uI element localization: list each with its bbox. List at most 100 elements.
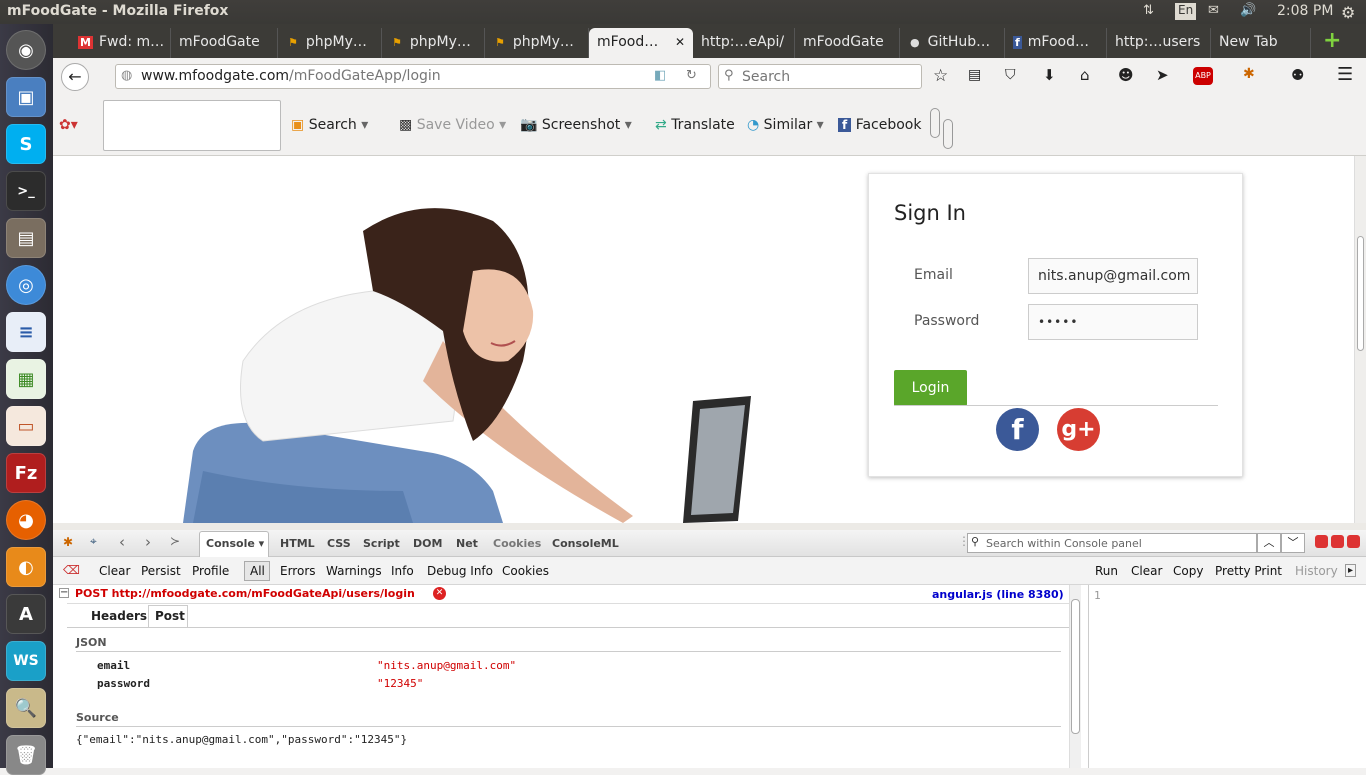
filter-debug-info[interactable]: Debug Info <box>427 564 493 578</box>
page-scrollbar-thumb[interactable] <box>1357 236 1364 351</box>
facebook-login-icon[interactable]: f <box>996 408 1039 451</box>
webstorm-icon[interactable]: WS <box>6 641 46 681</box>
clear-button[interactable]: Clear <box>99 564 130 578</box>
firebug-icon[interactable]: ✱ <box>1243 66 1255 82</box>
tab-11[interactable]: New Tab <box>1211 28 1311 58</box>
addon-logo-icon[interactable]: ✿▾ <box>59 117 78 133</box>
adblock-icon[interactable]: ABP <box>1193 67 1213 85</box>
page-scrollbar[interactable] <box>1354 156 1366 523</box>
filter-info[interactable]: Info <box>391 564 414 578</box>
keyboard-language[interactable]: En <box>1175 3 1197 20</box>
addon-icon[interactable]: ⚉ <box>1291 66 1304 84</box>
tab-10[interactable]: http:…users <box>1107 28 1211 58</box>
filter-errors[interactable]: Errors <box>280 564 316 578</box>
calc-icon[interactable]: ▦ <box>6 359 46 399</box>
console-scrollbar[interactable] <box>1069 585 1081 768</box>
toolbar-search-input[interactable] <box>103 100 281 151</box>
software-updater-icon[interactable]: A <box>6 594 46 634</box>
source-link[interactable]: angular.js (line 8380) <box>932 588 1064 601</box>
copy-button[interactable]: Copy <box>1173 564 1203 578</box>
clear-console-icon[interactable]: ⌫ <box>63 563 80 577</box>
facebook-button[interactable]: f Facebook <box>838 117 921 133</box>
new-tab-plus-icon[interactable]: + <box>1323 28 1341 53</box>
command-editor[interactable]: 1 <box>1088 585 1366 768</box>
collapse-icon[interactable]: − <box>59 588 69 598</box>
tab-0[interactable]: M Fwd: m… <box>70 28 171 58</box>
similar-button[interactable]: ◔ Similar ▾ <box>747 117 824 133</box>
menu-icon[interactable]: ☰ <box>1337 64 1353 85</box>
writer-icon[interactable]: ≡ <box>6 312 46 352</box>
reload-icon[interactable]: ↻ <box>686 68 697 83</box>
prev-icon[interactable]: ‹ <box>119 533 125 551</box>
ubuntu-dash-icon[interactable]: ◉ <box>6 30 46 70</box>
google-plus-login-icon[interactable]: g+ <box>1057 408 1100 451</box>
inspect-icon[interactable]: ⌖ <box>90 534 97 549</box>
search-box[interactable]: ⚲ Search <box>718 64 922 89</box>
history-button[interactable]: History <box>1295 564 1338 578</box>
home-icon[interactable]: ⌂ <box>1080 66 1090 84</box>
bookmarks-list-icon[interactable]: ▤ <box>968 67 981 83</box>
tab-console[interactable]: Console ▾ <box>206 537 264 550</box>
image-viewer-icon[interactable]: 🔍 <box>6 688 46 728</box>
firebug-splitter[interactable] <box>53 523 1366 530</box>
translate-button[interactable]: ⇄ Translate <box>655 117 735 133</box>
filezilla-icon[interactable]: Fz <box>6 453 46 493</box>
tab-net[interactable]: Net <box>456 537 478 550</box>
mail-icon[interactable]: ✉ <box>1208 3 1219 21</box>
next-icon[interactable]: › <box>145 533 151 551</box>
url-bar[interactable]: ◍ www.mfoodgate.com/mFoodGateApp/login ◧… <box>115 64 711 89</box>
tab-consoleml[interactable]: ConsoleML <box>552 537 619 550</box>
tab-8[interactable]: ● GitHub… <box>900 28 1005 58</box>
settings-gear-icon[interactable]: ⚙ <box>1341 3 1355 22</box>
post-tab[interactable]: Post <box>155 609 185 623</box>
request-line[interactable]: POST http://mfoodgate.com/mFoodGateApi/u… <box>75 587 415 600</box>
save-video-button[interactable]: ▩ Save Video ▾ <box>399 117 506 133</box>
tab-script[interactable]: Script <box>363 537 400 550</box>
tab-dom[interactable]: DOM <box>413 537 442 550</box>
search-next-icon[interactable]: ﹀ <box>1281 533 1305 553</box>
command-toggle-icon[interactable]: ▸ <box>1345 564 1357 577</box>
terminal-icon[interactable]: >_ <box>6 171 46 211</box>
pocket-icon[interactable]: ⛉ <box>1005 67 1016 83</box>
profile-button[interactable]: Profile <box>192 564 229 578</box>
close-panel-icon[interactable] <box>1347 535 1360 548</box>
network-icon[interactable]: ⇅ <box>1143 3 1154 21</box>
toolbar-handle[interactable] <box>930 108 940 138</box>
filter-warnings[interactable]: Warnings <box>326 564 382 578</box>
expand-icon[interactable]: ≻ <box>170 534 180 548</box>
pretty-print-button[interactable]: Pretty Print <box>1215 564 1282 578</box>
tab-3[interactable]: ⚑ phpMy… <box>382 28 485 58</box>
persist-button[interactable]: Persist <box>141 564 181 578</box>
cube-icon[interactable]: ◧ <box>654 68 666 83</box>
firefox-icon[interactable]: ◕ <box>6 500 46 540</box>
search-prev-icon[interactable]: ︿ <box>1257 533 1281 553</box>
impress-icon[interactable]: ▭ <box>6 406 46 446</box>
tab-4[interactable]: ⚑ phpMy… <box>485 28 589 58</box>
tab-6[interactable]: http:…eApi/ <box>693 28 795 58</box>
console-scrollbar-thumb[interactable] <box>1071 599 1080 734</box>
clock[interactable]: 2:08 PM <box>1277 3 1333 21</box>
blender-icon[interactable]: ◐ <box>6 547 46 587</box>
screenshot-button[interactable]: 📷 Screenshot ▾ <box>520 117 632 133</box>
volume-icon[interactable]: 🔊 <box>1240 3 1256 21</box>
tab-5[interactable]: mFood… ✕ <box>589 28 693 58</box>
trash-icon[interactable]: 🗑 <box>6 735 46 775</box>
chat-icon[interactable]: ☻ <box>1118 66 1134 84</box>
login-button[interactable]: Login <box>894 370 967 406</box>
tab-cookies[interactable]: Cookies <box>493 537 541 550</box>
tab-7[interactable]: mFoodGate <box>795 28 900 58</box>
detach-panel-icon[interactable] <box>1331 535 1344 548</box>
headers-tab[interactable]: Headers <box>91 609 147 623</box>
virtualbox-icon[interactable]: ▣ <box>6 77 46 117</box>
toolbar-search-button[interactable]: ▣ Search ▾ <box>291 117 368 133</box>
chromium-icon[interactable]: ◎ <box>6 265 46 305</box>
tab-2[interactable]: ⚑ phpMy… <box>278 28 382 58</box>
download-icon[interactable]: ⬇ <box>1043 66 1056 84</box>
clear-cmd-button[interactable]: Clear <box>1131 564 1162 578</box>
tab-html[interactable]: HTML <box>280 537 315 550</box>
minimize-panel-icon[interactable] <box>1315 535 1328 548</box>
files-icon[interactable]: ▤ <box>6 218 46 258</box>
tab-1[interactable]: mFoodGate <box>171 28 278 58</box>
firebug-bug-icon[interactable]: ✱ <box>63 535 73 549</box>
skype-icon[interactable]: S <box>6 124 46 164</box>
